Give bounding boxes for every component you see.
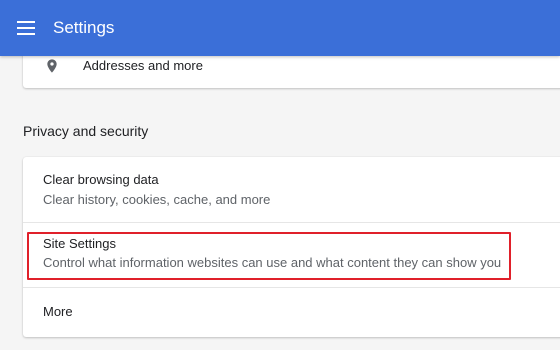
top-app-bar: Settings [0, 0, 560, 56]
privacy-card: Clear browsing data Clear history, cooki… [23, 157, 560, 337]
hamburger-menu-icon[interactable] [14, 16, 38, 40]
item-title: Clear browsing data [43, 172, 159, 187]
page-title: Settings [53, 18, 115, 37]
item-title: Site Settings [43, 236, 116, 251]
menu-line [17, 21, 35, 23]
clear-browsing-data-item[interactable]: Clear browsing data Clear history, cooki… [23, 157, 560, 221]
item-title: More [43, 304, 73, 319]
location-pin-icon [47, 59, 57, 73]
site-settings-item[interactable]: Site Settings Control what information w… [23, 222, 560, 287]
item-subtitle: Clear history, cookies, cache, and more [43, 192, 271, 207]
menu-line [17, 27, 35, 29]
more-item[interactable]: More [23, 287, 560, 336]
item-subtitle: Control what information websites can us… [43, 255, 502, 270]
addresses-row[interactable]: Addresses and more [23, 54, 560, 80]
addresses-label: Addresses and more [83, 58, 203, 73]
menu-line [17, 33, 35, 35]
privacy-section-heading: Privacy and security [23, 123, 149, 139]
